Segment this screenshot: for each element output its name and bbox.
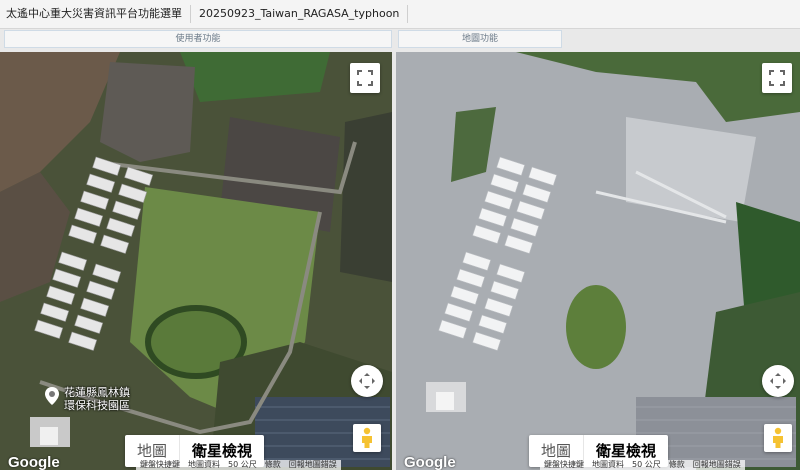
map-data-text: 地圖資料 [188, 460, 220, 469]
move-icon [770, 373, 786, 389]
menu-title[interactable]: 太遙中心重大災害資訊平台功能選單 [0, 0, 188, 28]
scale-label: 50 公尺 [632, 460, 661, 469]
fullscreen-icon [769, 70, 785, 86]
terms-link[interactable]: 條款 [261, 460, 285, 470]
top-menu-bar: 太遙中心重大災害資訊平台功能選單 20250923_Taiwan_RAGASA_… [0, 0, 800, 29]
poi-label-line1: 花蓮縣鳳林鎮 [64, 386, 130, 399]
report-error-link[interactable]: 回報地圖錯誤 [689, 460, 745, 470]
move-icon [359, 373, 375, 389]
terms-link[interactable]: 條款 [665, 460, 689, 470]
street-view-pegman[interactable] [764, 424, 792, 452]
event-name[interactable]: 20250923_Taiwan_RAGASA_typhoon [193, 0, 405, 28]
divider [190, 5, 191, 23]
google-logo: Google [404, 454, 456, 470]
poi-label-line2: 環保科技園區 [64, 399, 130, 412]
pan-control[interactable] [762, 365, 794, 397]
keyboard-shortcuts-link[interactable]: 鍵盤快捷鍵 [136, 460, 184, 470]
fullscreen-icon [357, 70, 373, 86]
poi-marker[interactable]: 花蓮縣鳳林鎮 環保科技園區 [44, 386, 130, 412]
google-logo: Google [8, 454, 60, 470]
map-attribution: 鍵盤快捷鍵 地圖資料 50 公尺 條款 回報地圖錯誤 [540, 460, 745, 470]
report-error-link[interactable]: 回報地圖錯誤 [285, 460, 341, 470]
pan-control[interactable] [351, 365, 383, 397]
map-after[interactable]: 地圖 衛星檢視 Google 鍵盤快捷鍵 地圖資料 50 公尺 條款 回報地圖錯… [396, 52, 800, 470]
poi-label: 花蓮縣鳳林鎮 環保科技園區 [64, 386, 130, 412]
user-functions-tab[interactable]: 使用者功能 [4, 30, 392, 48]
satellite-imagery-after [396, 52, 800, 470]
map-before[interactable]: 花蓮縣鳳林鎮 環保科技園區 地圖 衛星檢視 Google 鍵盤快捷鍵 地圖資料 … [0, 52, 392, 470]
street-view-pegman[interactable] [353, 424, 381, 452]
map-data-text: 地圖資料 [592, 460, 624, 469]
fullscreen-button[interactable] [762, 63, 792, 93]
pegman-icon [362, 427, 372, 448]
divider [407, 5, 409, 23]
keyboard-shortcuts-link[interactable]: 鍵盤快捷鍵 [540, 460, 588, 470]
scale-label: 50 公尺 [228, 460, 257, 469]
place-marker-icon [45, 387, 59, 405]
fullscreen-button[interactable] [350, 63, 380, 93]
map-attribution: 鍵盤快捷鍵 地圖資料 50 公尺 條款 回報地圖錯誤 [136, 460, 341, 470]
map-functions-tab[interactable]: 地圖功能 [398, 30, 562, 48]
pegman-icon [773, 427, 783, 448]
